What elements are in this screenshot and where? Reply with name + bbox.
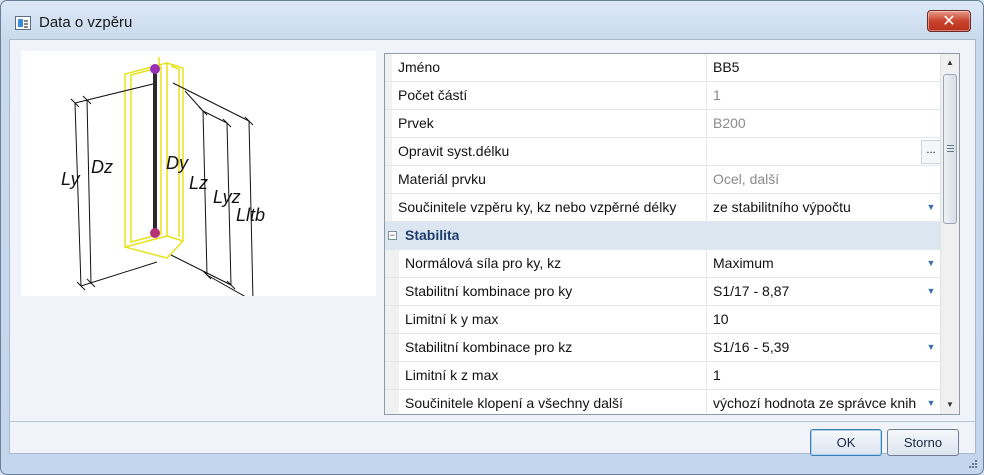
grip-icon	[947, 145, 954, 146]
property-row-stability-combination-ky[interactable]: Stabilitní kombinace pro ky S1/17 - 8,87…	[385, 278, 941, 306]
property-row-name[interactable]: Jméno BB5	[385, 54, 941, 82]
buckling-factors-select[interactable]: ze stabilitního výpočtu ▼	[707, 194, 941, 221]
property-row-buckling-factors[interactable]: Součinitele vzpěru ky, kz nebo vzpěrné d…	[385, 194, 941, 222]
scroll-thumb[interactable]	[943, 74, 957, 224]
collapse-icon[interactable]: −	[388, 231, 397, 240]
category-label: Stabilita	[405, 227, 460, 243]
limit-kz-max-input[interactable]: 1	[707, 362, 941, 389]
scroll-down-arrow-icon[interactable]: ▼	[941, 396, 959, 414]
property-row-member-material[interactable]: Materiál prvku Ocel, další	[385, 166, 941, 194]
ok-button[interactable]: OK	[810, 429, 882, 456]
ltb-factors-select[interactable]: výchozí hodnota ze správce knih ▼	[707, 390, 941, 414]
property-label: Součinitele vzpěru ky, kz nebo vzpěrné d…	[392, 194, 707, 221]
chevron-down-icon[interactable]: ▼	[921, 250, 941, 277]
edit-system-length-button[interactable]: ...	[921, 140, 941, 164]
property-label: Počet částí	[392, 82, 707, 109]
dialog-window: Data o vzpěru ✕ Ly Dz Dy Lz Lyz Lltb Jmé…	[0, 0, 984, 475]
chevron-down-icon[interactable]: ▼	[921, 278, 941, 305]
label-ly: Ly	[61, 169, 81, 189]
scroll-up-arrow-icon[interactable]: ▲	[941, 54, 959, 72]
window-title: Data o vzpěru	[39, 14, 133, 31]
property-label: Součinitele klopení a všechny další	[399, 390, 707, 414]
limit-ky-max-input[interactable]: 10	[707, 306, 941, 333]
stability-combination-kz-select[interactable]: S1/16 - 5,39 ▼	[707, 334, 941, 361]
app-icon	[15, 16, 31, 30]
property-row-limit-ky-max[interactable]: Limitní k y max 10	[385, 306, 941, 334]
chevron-down-icon[interactable]: ▼	[921, 194, 941, 221]
property-row-stability-combination-kz[interactable]: Stabilitní kombinace pro kz S1/16 - 5,39…	[385, 334, 941, 362]
property-label: Prvek	[392, 110, 707, 137]
category-stability[interactable]: − Stabilita	[385, 222, 941, 250]
resize-grip-icon[interactable]	[967, 458, 977, 468]
chevron-down-icon[interactable]: ▼	[921, 390, 941, 414]
member-end-node	[150, 228, 160, 238]
normal-force-select[interactable]: Maximum ▼	[707, 250, 941, 277]
member-value: B200	[713, 115, 746, 131]
chevron-down-icon[interactable]: ▼	[921, 334, 941, 361]
property-row-part-count[interactable]: Počet částí 1	[385, 82, 941, 110]
property-row-limit-kz-max[interactable]: Limitní k z max 1	[385, 362, 941, 390]
property-label: Limitní k y max	[399, 306, 707, 333]
close-icon: ✕	[942, 13, 956, 30]
label-dz: Dz	[91, 157, 113, 177]
buckling-lengths-diagram: Ly Dz Dy Lz Lyz Lltb	[61, 57, 265, 306]
name-value-input[interactable]: BB5	[707, 54, 941, 81]
vertical-scrollbar[interactable]: ▲ ▼	[940, 54, 959, 414]
property-label: Limitní k z max	[399, 362, 707, 389]
label-dy: Dy	[166, 153, 189, 173]
property-grid-rows: Jméno BB5 Počet částí 1 Prvek B200 Oprav…	[385, 54, 941, 414]
close-button[interactable]: ✕	[927, 10, 971, 32]
label-lyz: Lyz	[213, 187, 241, 207]
part-count-value: 1	[713, 87, 721, 103]
property-row-member[interactable]: Prvek B200	[385, 110, 941, 138]
cancel-button[interactable]: Storno	[887, 429, 959, 456]
edit-system-length-value: ...	[707, 138, 941, 165]
property-grid[interactable]: Jméno BB5 Počet částí 1 Prvek B200 Oprav…	[384, 53, 960, 415]
property-label: Jméno	[392, 54, 707, 81]
stability-combination-ky-select[interactable]: S1/17 - 8,87 ▼	[707, 278, 941, 305]
buckling-preview: Ly Dz Dy Lz Lyz Lltb	[21, 51, 376, 306]
property-label: Stabilitní kombinace pro ky	[399, 278, 707, 305]
property-row-normal-force[interactable]: Normálová síla pro ky, kz Maximum ▼	[385, 250, 941, 278]
footer-separator	[10, 421, 975, 422]
property-label: Stabilitní kombinace pro kz	[399, 334, 707, 361]
label-lltb: Lltb	[236, 205, 265, 225]
property-row-edit-system-length[interactable]: Opravit syst.délku ...	[385, 138, 941, 166]
member-start-node	[150, 64, 160, 74]
dialog-client-area: Ly Dz Dy Lz Lyz Lltb Jméno BB5 Počet čás…	[9, 39, 976, 456]
property-label: Opravit syst.délku	[392, 138, 707, 165]
label-lz: Lz	[189, 173, 208, 193]
property-label: Normálová síla pro ky, kz	[399, 250, 707, 277]
property-label: Materiál prvku	[392, 166, 707, 193]
property-row-ltb-factors[interactable]: Součinitele klopení a všechny další vých…	[385, 390, 941, 414]
member-material-value: Ocel, další	[713, 171, 780, 187]
